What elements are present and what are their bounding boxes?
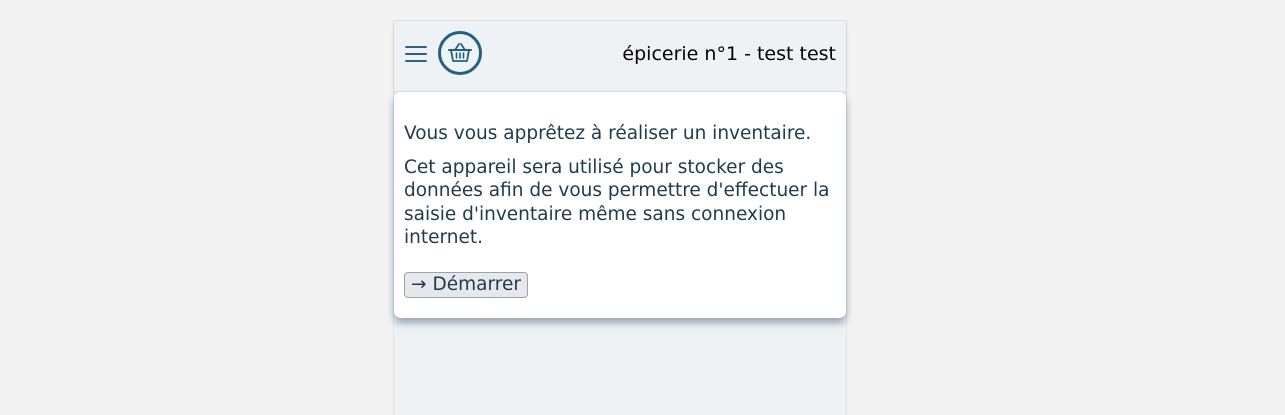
intro-text: Vous vous apprêtez à réaliser un inventa…: [404, 123, 812, 144]
store-name: épicerie n°1 - test test: [622, 43, 836, 65]
app-header: épicerie n°1 - test test: [394, 21, 846, 91]
hamburger-menu-icon[interactable]: [405, 46, 427, 64]
shopping-basket-icon[interactable]: [438, 31, 482, 75]
arrow-right-icon: →: [411, 273, 427, 295]
offline-description: Cet appareil sera utilisé pour stocker d…: [404, 156, 830, 249]
start-button[interactable]: → Démarrer: [404, 271, 528, 298]
start-button-label: Démarrer: [432, 273, 521, 295]
inventory-intro-card: Vous vous apprêtez à réaliser un inventa…: [394, 92, 846, 318]
app-frame: épicerie n°1 - test test Vous vous apprê…: [393, 20, 847, 415]
